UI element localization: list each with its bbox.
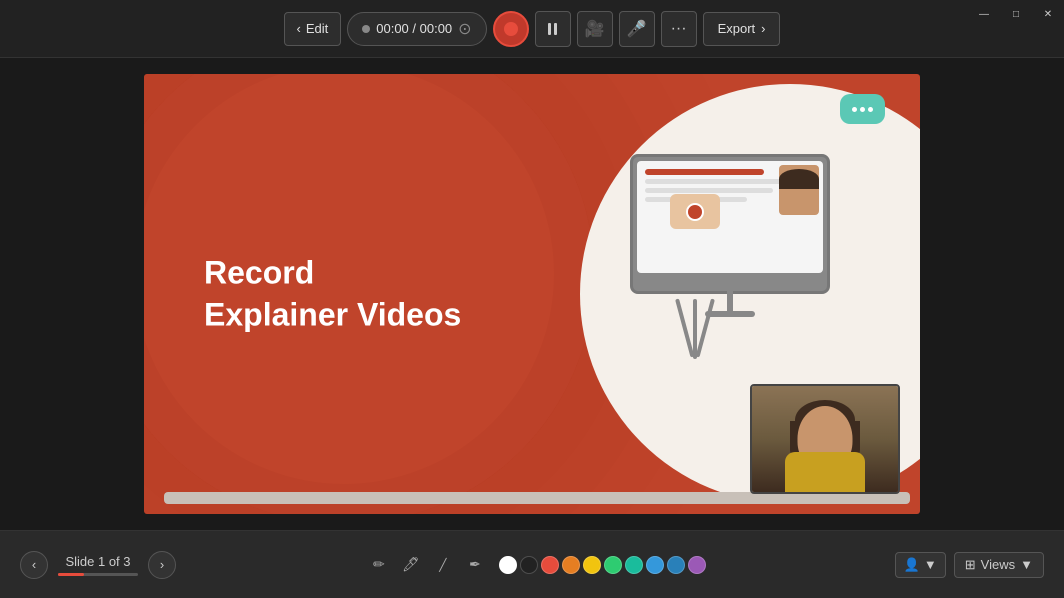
- color-teal[interactable]: [625, 556, 643, 574]
- eraser-tool-button[interactable]: ╱: [429, 551, 457, 579]
- microphone-icon: 🎤: [627, 19, 647, 39]
- color-black[interactable]: [520, 556, 538, 574]
- export-button[interactable]: Export ›: [703, 12, 781, 46]
- minimize-button[interactable]: —: [968, 0, 1000, 28]
- pause-icon: [548, 23, 557, 35]
- webcam-overlay: [750, 384, 900, 494]
- next-arrow-icon: ›: [160, 557, 164, 572]
- highlighter-tool-button[interactable]: 🖊: [397, 551, 425, 579]
- camera-button[interactable]: 🎥: [577, 11, 613, 47]
- highlighter-icon: 🖊: [402, 556, 420, 573]
- window-controls: — □ ✕: [968, 0, 1064, 28]
- pen-tool-button[interactable]: ✏: [365, 551, 393, 579]
- views-label: Views: [981, 557, 1015, 572]
- slide-navigation: ‹ Slide 1 of 3 ›: [20, 551, 176, 579]
- edit-button[interactable]: ‹ Edit: [284, 12, 342, 46]
- timer-expand-icon: ⊙: [458, 19, 471, 39]
- color-blue[interactable]: [646, 556, 664, 574]
- slide-counter-group: Slide 1 of 3: [58, 554, 138, 576]
- color-white[interactable]: [499, 556, 517, 574]
- right-controls: 👤 ▼ ⊞ Views ▼: [895, 552, 1044, 578]
- microphone-button[interactable]: 🎤: [619, 11, 655, 47]
- monitor-stand: [727, 291, 733, 311]
- person-hair-thumb: [779, 169, 819, 189]
- close-button[interactable]: ✕: [1032, 0, 1064, 28]
- slide-title-line1: Record: [204, 252, 461, 294]
- monitor-bar-1: [645, 169, 764, 175]
- person-layout-icon: 👤: [904, 557, 920, 573]
- edit-label: Edit: [306, 21, 328, 36]
- next-slide-button[interactable]: ›: [148, 551, 176, 579]
- export-arrow-icon: ›: [761, 21, 765, 36]
- color-yellow[interactable]: [583, 556, 601, 574]
- monitor-bar-3: [645, 188, 773, 193]
- pause-button[interactable]: [535, 11, 571, 47]
- views-grid-icon: ⊞: [965, 557, 976, 573]
- camera-body: [670, 194, 720, 229]
- camera-tripod-illustration: [670, 194, 720, 299]
- prev-slide-button[interactable]: ‹: [20, 551, 48, 579]
- camera-icon: 🎥: [585, 19, 605, 39]
- views-dropdown-icon: ▼: [1020, 557, 1033, 572]
- slide-progress-fill: [58, 573, 84, 576]
- speech-bubble: [840, 94, 885, 124]
- slide-counter: Slide 1 of 3: [58, 554, 138, 569]
- slide-title-line2: Explainer Videos: [204, 294, 461, 336]
- color-orange[interactable]: [562, 556, 580, 574]
- views-button[interactable]: ⊞ Views ▼: [954, 552, 1044, 578]
- monitor-body: [630, 154, 830, 294]
- laser-icon: ✒: [469, 556, 481, 573]
- drawing-tools: ✏ 🖊 ╱ ✒: [365, 551, 706, 579]
- cam-dropdown-icon: ▼: [924, 557, 937, 572]
- camera-lens: [686, 203, 704, 221]
- maximize-button[interactable]: □: [1000, 0, 1032, 28]
- bubble-dot-1: [852, 107, 857, 112]
- more-icon: ···: [671, 20, 687, 38]
- monitor-base: [705, 311, 755, 317]
- monitor-bar-2: [645, 179, 790, 184]
- slide-progress-bar: [58, 573, 138, 576]
- main-area: Record Explainer Videos: [0, 58, 1064, 530]
- timer-value: 00:00 / 00:00: [376, 21, 452, 36]
- color-red[interactable]: [541, 556, 559, 574]
- eraser-icon: ╱: [439, 558, 446, 572]
- more-options-button[interactable]: ···: [661, 11, 697, 47]
- camera-layout-toggle[interactable]: 👤 ▼: [895, 552, 946, 578]
- record-button[interactable]: [493, 11, 529, 47]
- timer-display: 00:00 / 00:00 ⊙: [347, 12, 486, 46]
- tripod-legs: [670, 229, 720, 299]
- timer-dot: [362, 25, 370, 33]
- slide-container: Record Explainer Videos: [144, 74, 920, 514]
- top-toolbar: — □ ✕ ‹ Edit 00:00 / 00:00 ⊙ 🎥 🎤 ··· Exp…: [0, 0, 1064, 58]
- bubble-dot-2: [860, 107, 865, 112]
- color-swatches: [499, 556, 706, 574]
- pen-icon: ✏: [373, 556, 385, 573]
- laser-tool-button[interactable]: ✒: [461, 551, 489, 579]
- slide-text: Record Explainer Videos: [204, 252, 461, 335]
- webcam-person-view: [752, 386, 898, 492]
- color-dark-blue[interactable]: [667, 556, 685, 574]
- color-green[interactable]: [604, 556, 622, 574]
- export-label: Export: [718, 21, 756, 36]
- bottom-toolbar: ‹ Slide 1 of 3 › ✏ 🖊 ╱ ✒: [0, 530, 1064, 598]
- monitor-person-thumbnail: [779, 165, 819, 215]
- back-arrow-icon: ‹: [297, 21, 301, 36]
- prev-arrow-icon: ‹: [32, 557, 36, 572]
- color-purple[interactable]: [688, 556, 706, 574]
- record-indicator: [504, 22, 518, 36]
- person-body: [785, 452, 865, 492]
- bubble-dot-3: [868, 107, 873, 112]
